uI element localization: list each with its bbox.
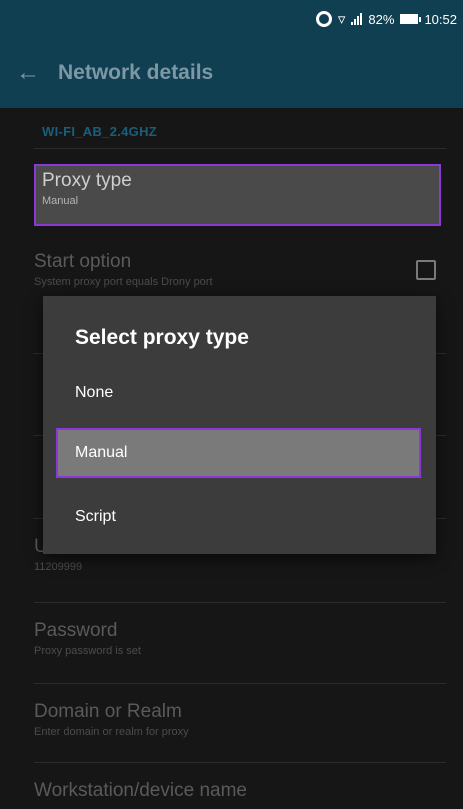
- clock: 10:52: [424, 11, 457, 27]
- divider: [34, 602, 446, 603]
- wifi-icon: ▿: [337, 11, 346, 28]
- ssid-label: WI-FI_AB_2.4GHZ: [42, 124, 158, 139]
- proxy-type-preference[interactable]: Proxy type Manual: [34, 164, 441, 226]
- username-summary: 11209999: [34, 561, 83, 573]
- password-summary: Proxy password is set: [34, 645, 141, 657]
- option-none[interactable]: None: [56, 368, 421, 418]
- battery-percent: 82%: [368, 11, 395, 27]
- password-title: Password: [34, 620, 118, 641]
- password-preference[interactable]: Password Proxy password is set: [34, 620, 446, 657]
- proxy-type-summary: Manual: [42, 195, 79, 207]
- start-option-checkbox[interactable]: [416, 260, 436, 280]
- proxy-type-title: Proxy type: [42, 170, 132, 191]
- divider: [34, 683, 446, 684]
- select-proxy-type-dialog: Select proxy type None Manual Script: [43, 296, 436, 554]
- divider: [34, 148, 446, 149]
- signal-icon: [351, 13, 363, 25]
- domain-summary: Enter domain or realm for proxy: [34, 726, 189, 738]
- start-option-preference[interactable]: Start option System proxy port equals Dr…: [34, 251, 446, 288]
- battery-icon: [400, 14, 422, 24]
- start-option-summary: System proxy port equals Drony port: [34, 276, 213, 288]
- sync-icon: [315, 11, 332, 27]
- option-manual[interactable]: Manual: [56, 428, 421, 478]
- dialog-title: Select proxy type: [75, 326, 249, 349]
- domain-title: Domain or Realm: [34, 701, 182, 722]
- app-bar: ← Network details: [0, 38, 463, 108]
- workstation-title: Workstation/device name: [34, 780, 247, 801]
- page-title: Network details: [58, 61, 214, 84]
- workstation-preference[interactable]: Workstation/device name: [34, 780, 446, 802]
- start-option-title: Start option: [34, 251, 132, 272]
- back-arrow-icon[interactable]: ←: [0, 38, 56, 108]
- option-script[interactable]: Script: [56, 492, 421, 542]
- domain-preference[interactable]: Domain or Realm Enter domain or realm fo…: [34, 701, 446, 738]
- status-bar: ▿ 82% 10:52: [0, 0, 463, 38]
- divider: [34, 762, 446, 763]
